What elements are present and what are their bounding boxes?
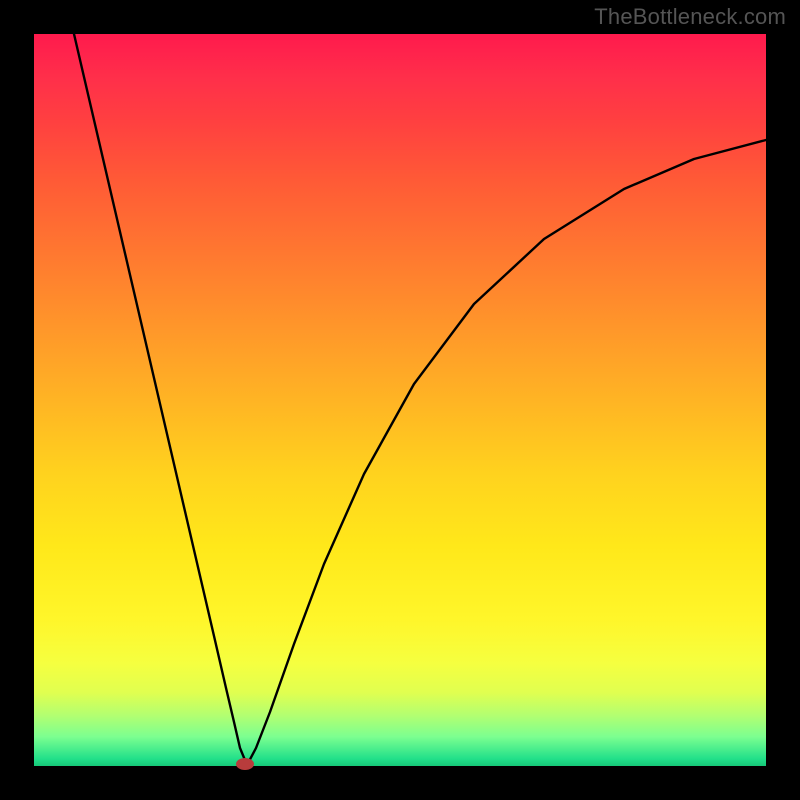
plot-area (34, 34, 766, 766)
optimal-point-marker (236, 758, 254, 770)
curve-path (74, 34, 766, 765)
bottleneck-curve (34, 34, 766, 766)
watermark-text: TheBottleneck.com (594, 4, 786, 30)
